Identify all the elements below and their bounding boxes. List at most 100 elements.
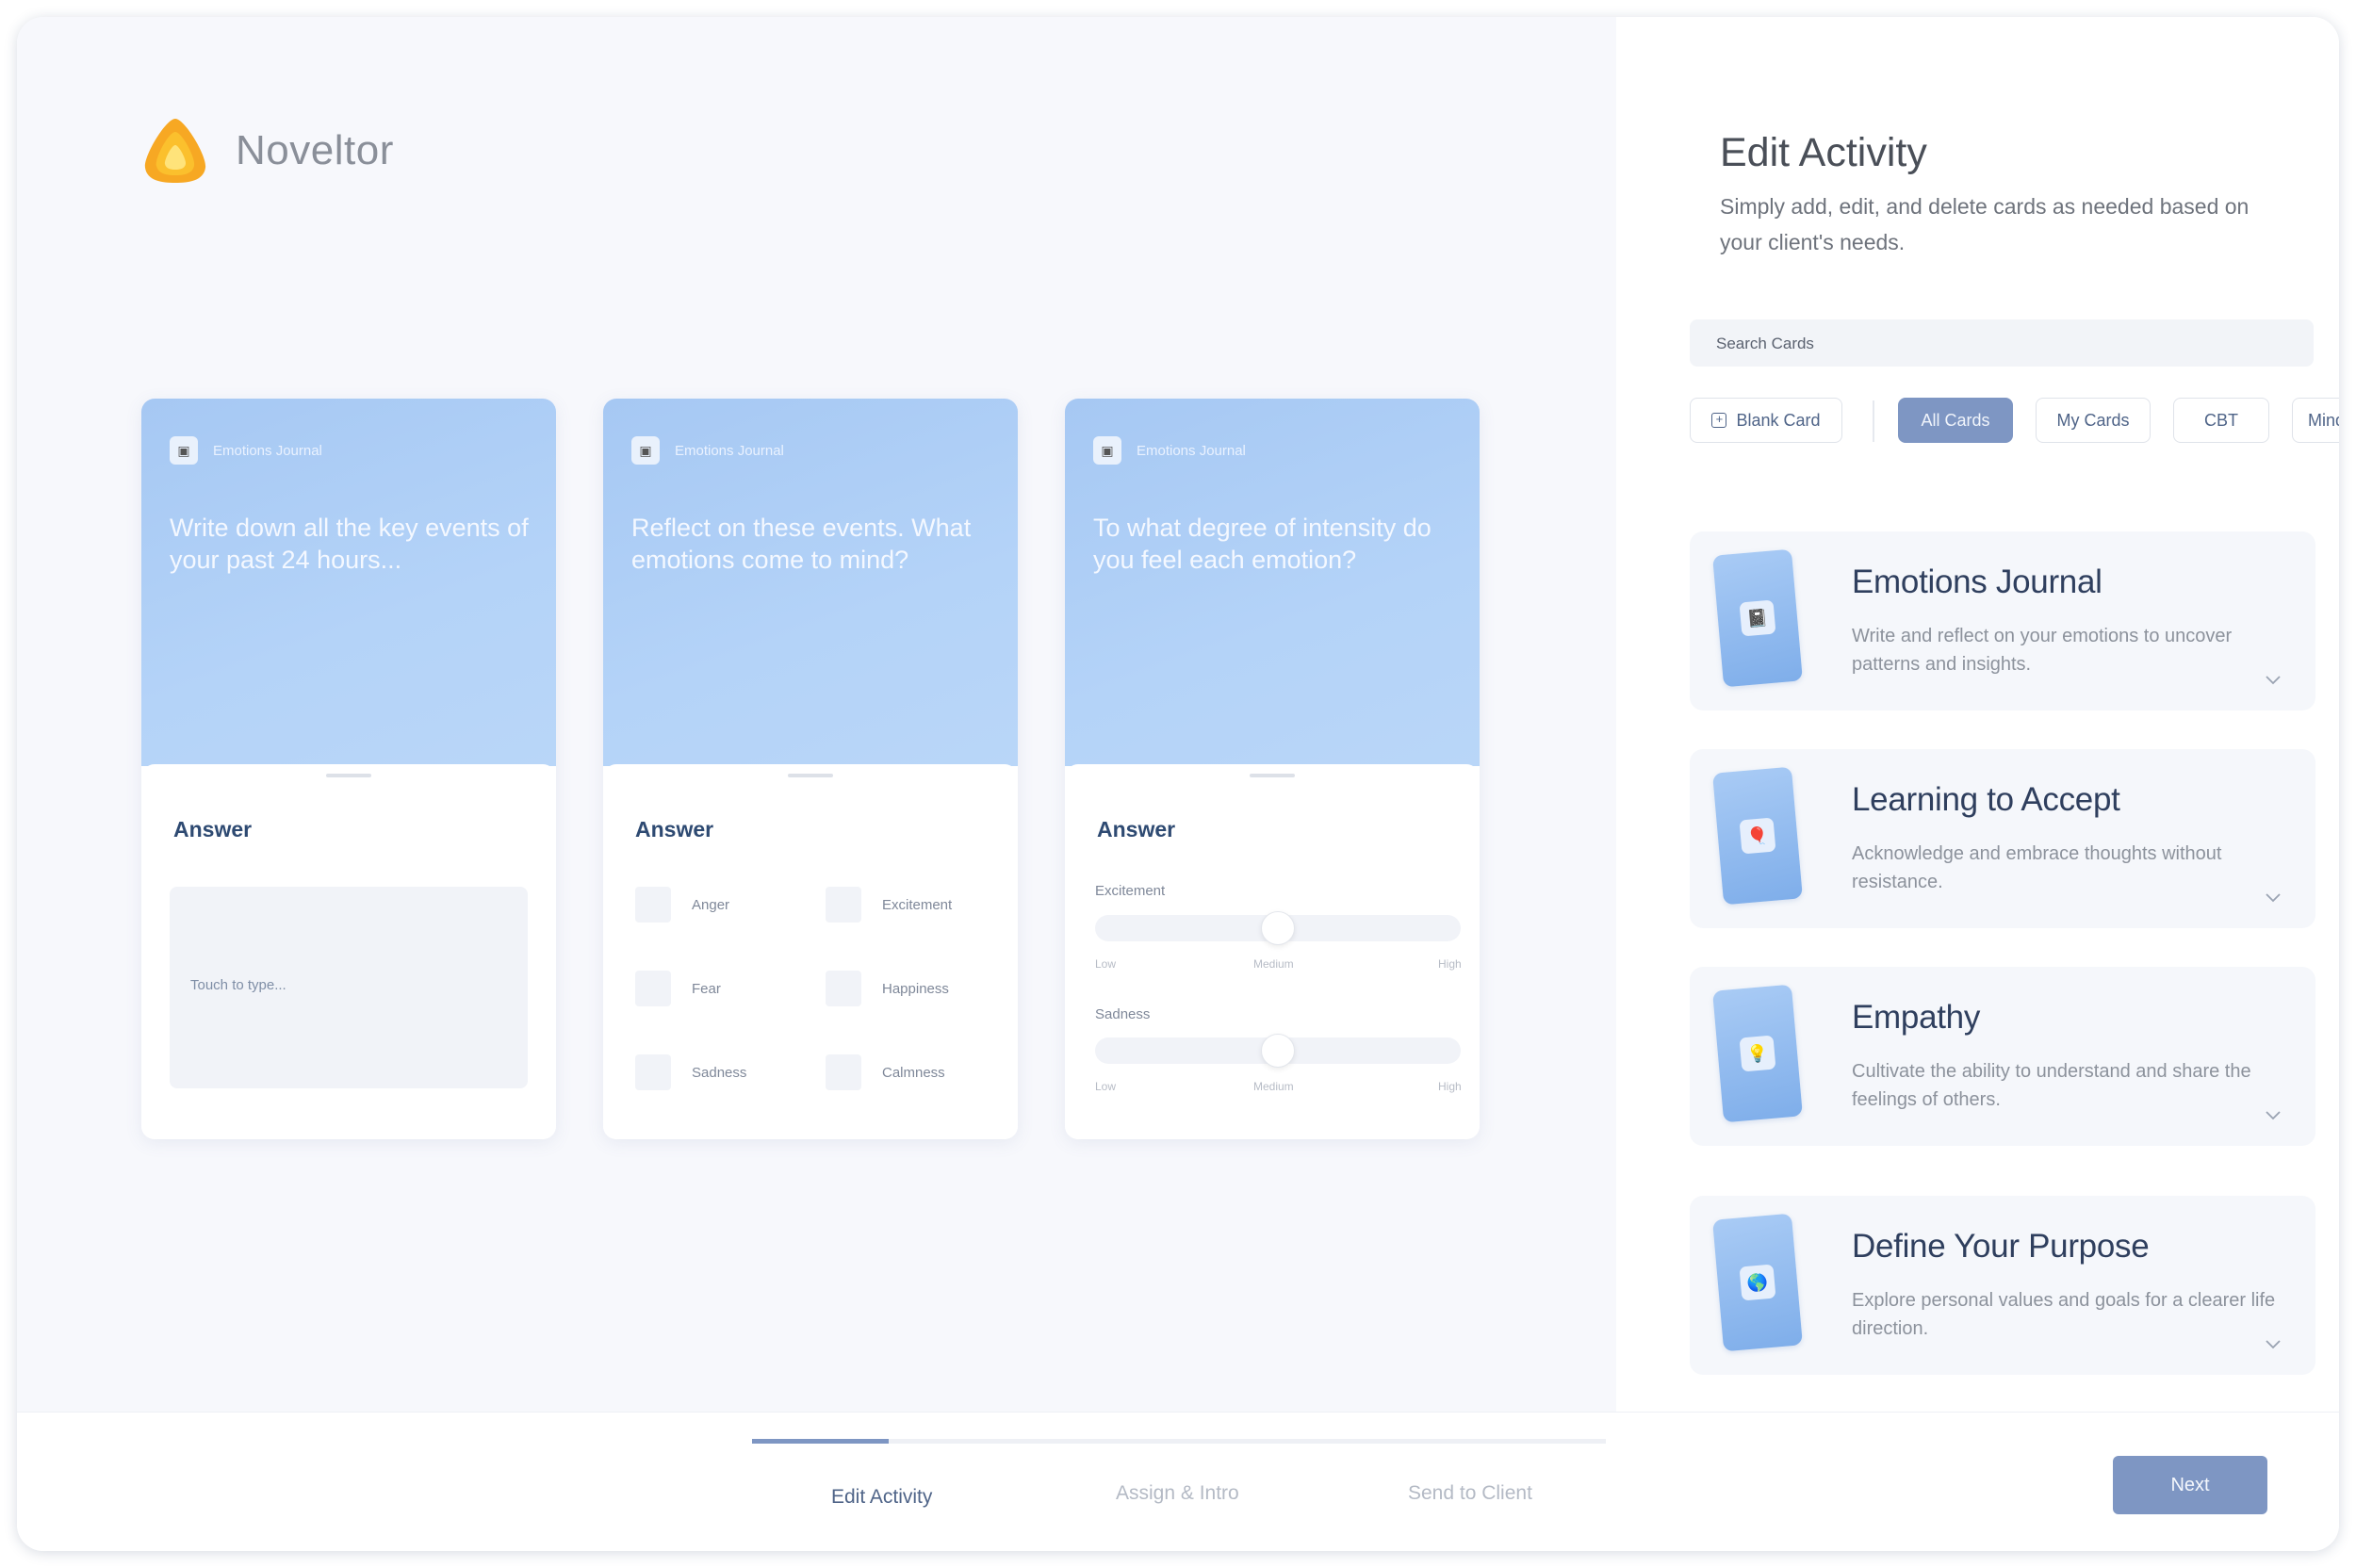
blank-card-label: Blank Card	[1736, 410, 1821, 430]
checkbox-option[interactable]: Happiness	[826, 971, 949, 1006]
activity-card[interactable]: 🎈 Learning to Accept Acknowledge and emb…	[1690, 749, 2315, 928]
card-question: To what degree of intensity do you feel …	[1093, 514, 1432, 574]
notebook-icon: ▣	[1093, 436, 1121, 465]
checkbox-option[interactable]: Sadness	[635, 1054, 746, 1090]
answer-sheet: Answer Excitement Low Medium High Sadnes…	[1065, 764, 1480, 1139]
card-thumbnail: 💡	[1712, 984, 1803, 1123]
checkbox-label: Fear	[692, 980, 721, 997]
checkbox-option[interactable]: Calmness	[826, 1054, 945, 1090]
step-send-to-client[interactable]: Send to Client	[1408, 1482, 1532, 1505]
panel-title: Edit Activity	[1720, 130, 1927, 175]
filter-mindful[interactable]: Mindful	[2292, 398, 2339, 443]
card-thumbnail: 📓	[1712, 548, 1803, 688]
chevron-down-icon[interactable]	[2265, 1335, 2282, 1352]
slider-mid: Medium	[1253, 1080, 1294, 1093]
slider-high: High	[1438, 1080, 1462, 1093]
slider-low: Low	[1095, 1080, 1117, 1093]
preview-card-2[interactable]: ▣ Emotions Journal Reflect on these even…	[603, 399, 1018, 1139]
card-chip: ▣ Emotions Journal	[170, 436, 322, 465]
slider-low: Low	[1095, 957, 1117, 971]
intensity-slider[interactable]	[1095, 911, 1461, 945]
card-thumbnail: 🎈	[1712, 766, 1803, 906]
activity-card[interactable]: 💡 Empathy Cultivate the ability to under…	[1690, 967, 2315, 1146]
checkbox-option[interactable]: Excitement	[826, 887, 952, 923]
card-question: Write down all the key events of your pa…	[170, 514, 529, 574]
notebook-icon: ▣	[631, 436, 660, 465]
drag-handle[interactable]	[326, 774, 371, 777]
search-input[interactable]: Search Cards	[1690, 319, 2314, 367]
card-header: ▣ Emotions Journal Reflect on these even…	[603, 399, 1018, 766]
checkbox[interactable]	[635, 1054, 671, 1090]
checkbox[interactable]	[826, 1054, 861, 1090]
answer-label: Answer	[173, 817, 253, 841]
preview-card-1[interactable]: ▣ Emotions Journal Write down all the ke…	[141, 399, 556, 1139]
balloon-icon: 🎈	[1739, 817, 1776, 855]
notebook-icon: ▣	[170, 436, 198, 465]
checkbox-option[interactable]: Anger	[635, 887, 729, 923]
next-button[interactable]: Next	[2113, 1456, 2267, 1514]
activity-title: Emotions Journal	[1852, 564, 2102, 600]
answer-sheet: Answer Touch to type...	[141, 764, 556, 1139]
answer-text-input[interactable]: Touch to type...	[170, 887, 528, 1088]
filter-cbt[interactable]: CBT	[2173, 398, 2269, 443]
checkbox-label: Calmness	[882, 1064, 945, 1081]
lightbulb-icon: 💡	[1739, 1035, 1776, 1072]
activity-title: Define Your Purpose	[1852, 1228, 2150, 1265]
slider-thumb[interactable]	[1261, 911, 1295, 945]
checkbox-label: Anger	[692, 896, 730, 913]
app-name: Noveltor	[236, 127, 394, 173]
preview-area: Noveltor ▣ Emotions Journal Write down a…	[17, 17, 1616, 1412]
card-question: Reflect on these events. What emotions c…	[631, 514, 972, 574]
activity-description: Explore personal values and goals for a …	[1852, 1290, 2276, 1339]
app-window: Noveltor ▣ Emotions Journal Write down a…	[17, 17, 2339, 1551]
slider-high: High	[1438, 957, 1462, 971]
card-thumbnail: 🌎	[1712, 1213, 1803, 1352]
notebook-icon: 📓	[1739, 599, 1776, 637]
footer-bar: Edit Activity Assign & Intro Send to Cli…	[17, 1412, 2339, 1551]
checkbox-label: Sadness	[692, 1064, 747, 1081]
drag-handle[interactable]	[1250, 774, 1295, 777]
chevron-down-icon[interactable]	[2265, 889, 2282, 906]
input-placeholder: Touch to type...	[190, 977, 286, 993]
checkbox[interactable]	[826, 887, 861, 923]
plus-icon: +	[1711, 413, 1727, 428]
step-edit-activity[interactable]: Edit Activity	[831, 1486, 932, 1509]
checkbox[interactable]	[635, 887, 671, 923]
checkbox-option[interactable]: Fear	[635, 971, 721, 1006]
slider-label: Sadness	[1095, 1006, 1151, 1022]
filter-all-cards[interactable]: All Cards	[1898, 398, 2013, 443]
panel-subtitle: Simply add, edit, and delete cards as ne…	[1720, 194, 2250, 254]
checkbox[interactable]	[826, 971, 861, 1006]
slider-thumb[interactable]	[1261, 1034, 1295, 1068]
activity-description: Write and reflect on your emotions to un…	[1852, 626, 2233, 675]
chevron-down-icon[interactable]	[2265, 1106, 2282, 1123]
card-header: ▣ Emotions Journal Write down all the ke…	[141, 399, 556, 766]
drag-handle[interactable]	[788, 774, 833, 777]
preview-card-3[interactable]: ▣ Emotions Journal To what degree of int…	[1065, 399, 1480, 1139]
step-assign-intro[interactable]: Assign & Intro	[1116, 1482, 1239, 1505]
activity-card[interactable]: 🌎 Define Your Purpose Explore personal v…	[1690, 1196, 2315, 1375]
chevron-down-icon[interactable]	[2265, 671, 2282, 688]
chip-label: Emotions Journal	[675, 442, 784, 459]
answer-label: Answer	[1097, 817, 1176, 841]
activity-title: Empathy	[1852, 999, 1981, 1036]
card-chip: ▣ Emotions Journal	[631, 436, 784, 465]
filter-my-cards[interactable]: My Cards	[2036, 398, 2151, 443]
answer-label: Answer	[635, 817, 714, 841]
logo: Noveltor	[139, 115, 394, 187]
activity-title: Learning to Accept	[1852, 781, 2120, 818]
checkbox[interactable]	[635, 971, 671, 1006]
chip-label: Emotions Journal	[1137, 442, 1246, 459]
logo-icon	[144, 119, 206, 183]
checkbox-label: Excitement	[882, 896, 953, 913]
blank-card-button[interactable]: + Blank Card	[1690, 398, 1842, 443]
edit-panel: Edit Activity Simply add, edit, and dele…	[1616, 17, 2339, 1412]
card-chip: ▣ Emotions Journal	[1093, 436, 1246, 465]
intensity-slider[interactable]	[1095, 1034, 1461, 1068]
activity-card[interactable]: 📓 Emotions Journal Write and reflect on …	[1690, 531, 2315, 710]
globe-icon: 🌎	[1739, 1264, 1776, 1301]
filter-bar: + Blank Card All Cards My Cards CBT Mind…	[1690, 398, 2339, 445]
activity-description: Acknowledge and embrace thoughts without…	[1852, 843, 2222, 892]
slider-label: Excitement	[1095, 883, 1166, 899]
activity-description: Cultivate the ability to understand and …	[1852, 1061, 2251, 1110]
